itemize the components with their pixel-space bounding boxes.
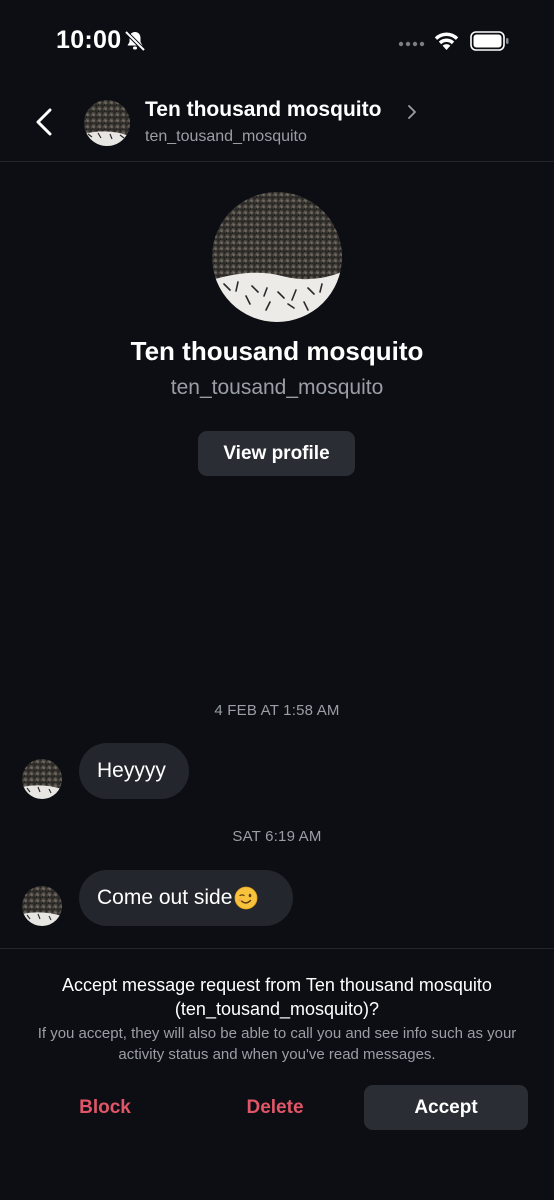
message-request-panel: Accept message request from Ten thousand… xyxy=(0,948,554,1200)
signal-icon xyxy=(398,41,425,47)
message-text: Come out side xyxy=(97,886,233,909)
mosquito-avatar-image xyxy=(212,192,342,322)
delete-button[interactable]: Delete xyxy=(204,1085,346,1130)
message-bubble[interactable]: Come out side xyxy=(79,870,293,926)
chevron-left-icon[interactable] xyxy=(30,104,60,140)
mosquito-avatar-image xyxy=(84,100,130,146)
message-bubble[interactable]: Heyyyy xyxy=(79,743,189,799)
message-text: Heyyyy xyxy=(97,759,166,782)
wifi-icon xyxy=(434,32,459,50)
message-timestamp: SAT 6:19 AM xyxy=(232,828,322,845)
profile-avatar[interactable] xyxy=(212,192,342,322)
mosquito-avatar-image xyxy=(22,886,62,926)
header-avatar[interactable] xyxy=(84,100,130,146)
bell-slash-icon xyxy=(124,30,146,52)
winking-face-icon xyxy=(235,886,258,910)
status-bar: 10:00 xyxy=(0,0,554,80)
request-subtitle: If you accept, they will also be able to… xyxy=(37,1025,517,1063)
request-title: Accept message request from Ten thousand… xyxy=(62,975,492,1019)
status-time: 10:00 xyxy=(56,26,122,54)
profile-name: Ten thousand mosquito xyxy=(130,336,424,366)
chat-header: Ten thousand mosquito ten_tousand_mosqui… xyxy=(0,80,554,162)
battery-icon xyxy=(470,31,509,51)
mosquito-avatar-image xyxy=(22,759,62,799)
block-button[interactable]: Block xyxy=(34,1085,176,1130)
message-avatar[interactable] xyxy=(22,886,62,926)
header-username: ten_tousand_mosquito xyxy=(145,128,307,145)
message-timestamp: 4 FEB AT 1:58 AM xyxy=(214,702,340,719)
header-name[interactable]: Ten thousand mosquito xyxy=(145,98,381,122)
profile-username: ten_tousand_mosquito xyxy=(170,376,384,399)
view-profile-button[interactable]: View profile xyxy=(198,431,355,476)
accept-button[interactable]: Accept xyxy=(364,1085,528,1130)
chevron-right-icon[interactable] xyxy=(406,104,418,120)
message-avatar[interactable] xyxy=(22,759,62,799)
